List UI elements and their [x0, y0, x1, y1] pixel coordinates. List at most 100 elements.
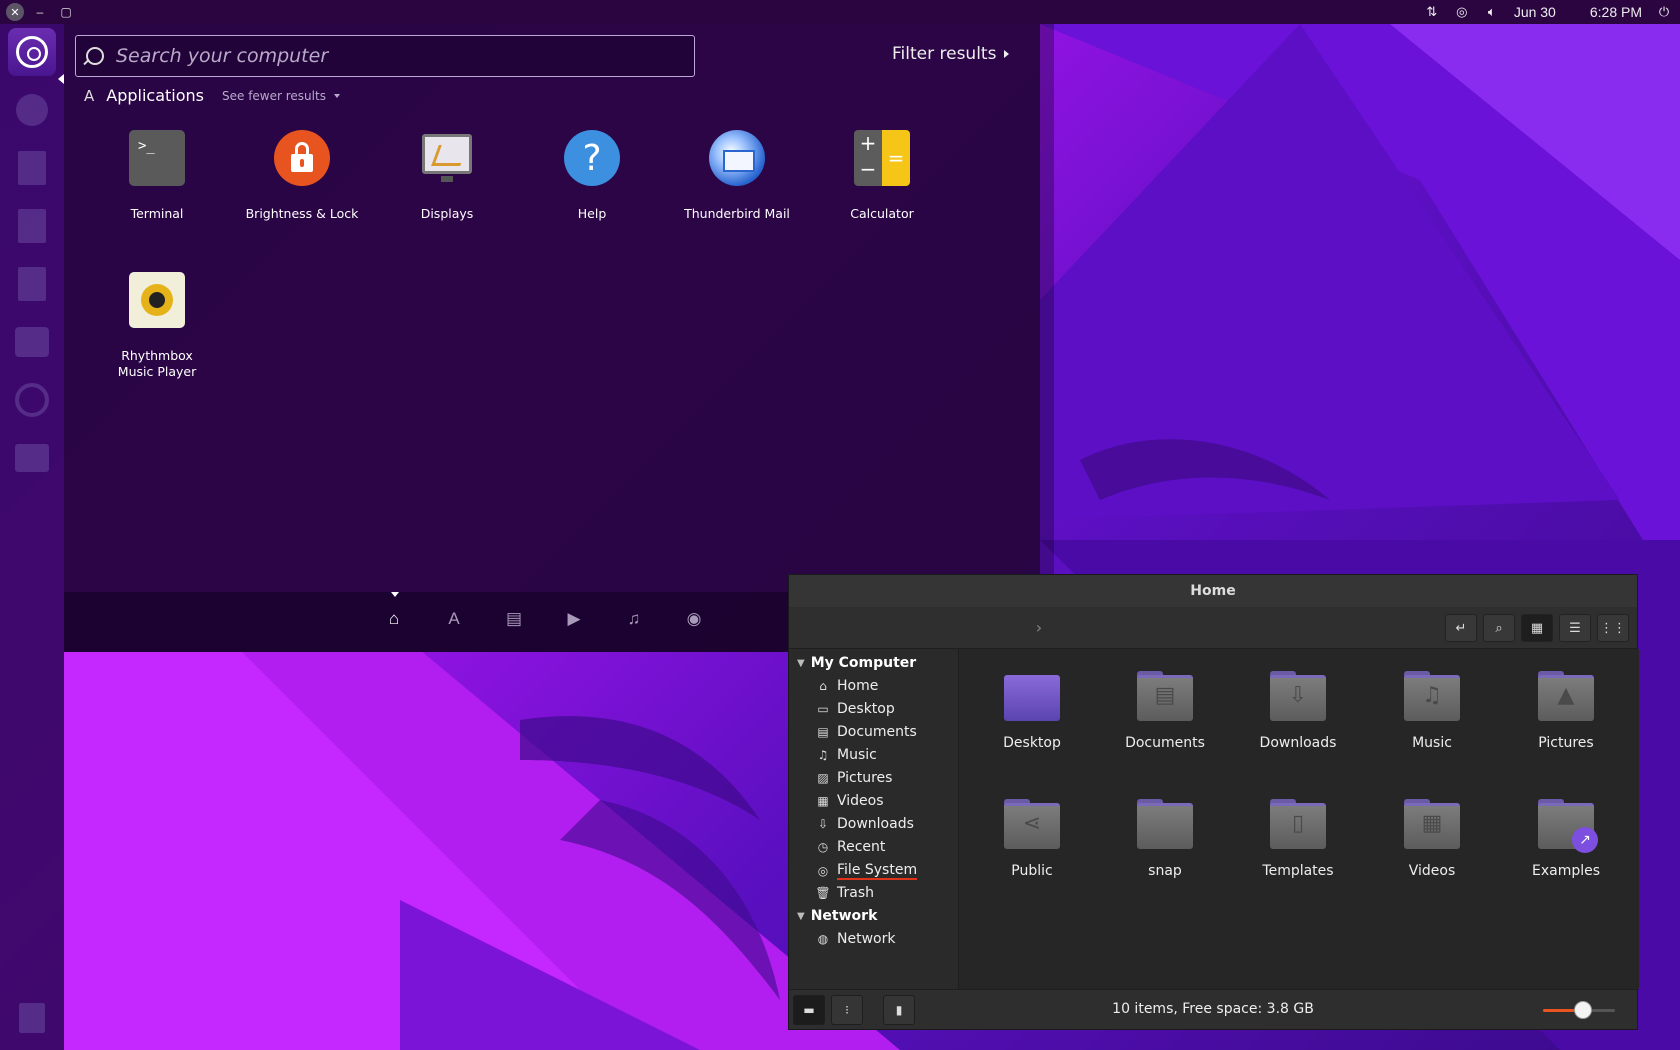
dash-home-button[interactable]: [8, 28, 56, 76]
lock-icon: [274, 130, 330, 186]
icon-view-button[interactable]: ▦: [1521, 614, 1553, 642]
app-label: Rhythmbox Music Player: [117, 348, 197, 379]
location-toggle-button[interactable]: ↵: [1445, 614, 1477, 642]
app-help[interactable]: ? Help: [517, 130, 667, 222]
window-maximize-button[interactable]: ▢: [56, 3, 76, 21]
chevron-down-icon: ▼: [797, 657, 805, 669]
help-icon: ?: [564, 130, 620, 186]
filter-results-toggle[interactable]: Filter results: [892, 44, 1010, 64]
dropdown-arrow-icon: [333, 93, 340, 98]
video-lens-icon[interactable]: ▶: [561, 606, 587, 632]
zoom-slider-knob[interactable]: [1573, 1001, 1592, 1019]
desktop-folder-icon: [1004, 671, 1060, 721]
home-lens-icon[interactable]: ⌂: [381, 606, 407, 632]
folder-downloads[interactable]: ⇩ Downloads: [1238, 671, 1358, 751]
pictures-icon: ▨: [817, 771, 829, 785]
app-terminal[interactable]: >_ Terminal: [82, 130, 232, 222]
sidebar-item-videos[interactable]: ▦ Videos: [815, 793, 883, 809]
launcher-software[interactable]: [8, 318, 56, 366]
system-tray: ⇅ ◎ 🔈︎ Jun 30 6:28 PM ⏻: [1424, 0, 1672, 24]
folder-examples[interactable]: ↗ Examples: [1506, 799, 1626, 879]
sidebar-item-network[interactable]: ◍ Network: [815, 931, 896, 947]
app-label: Brightness & Lock: [245, 206, 359, 221]
calculator-icon: + − =: [854, 130, 910, 186]
downloads-icon: ⇩: [817, 817, 829, 831]
folder-icon: [15, 444, 49, 472]
search-button[interactable]: ⌕: [1483, 614, 1515, 642]
app-label: Terminal: [130, 206, 184, 221]
folder-documents[interactable]: ▤ Documents: [1105, 671, 1225, 751]
recent-icon: ◷: [817, 840, 829, 854]
software-center-icon: [15, 327, 49, 357]
sidebar-section-network[interactable]: ▼ Network: [797, 908, 877, 924]
sidebar-item-label: Trash: [837, 885, 874, 901]
sidebar-item-documents[interactable]: ▤ Documents: [815, 724, 917, 740]
app-brightness-lock[interactable]: Brightness & Lock: [227, 130, 377, 222]
sidebar-item-downloads[interactable]: ⇩ Downloads: [815, 816, 914, 832]
applications-lens-icon[interactable]: A: [441, 606, 467, 632]
app-label: Calculator: [850, 206, 914, 221]
photos-lens-icon[interactable]: ◉: [681, 606, 707, 632]
music-folder-icon: ♫: [1404, 671, 1460, 721]
launcher-calc[interactable]: [8, 202, 56, 250]
sidebar-item-label: Recent: [837, 839, 886, 855]
sidebar-item-file-system[interactable]: ◎ File System: [815, 862, 918, 880]
sidebar-item-label: Music: [837, 747, 877, 763]
clock-indicator[interactable]: 6:28 PM: [1590, 4, 1642, 20]
section-label: My Computer: [810, 655, 917, 671]
globe-icon[interactable]: ◎: [1454, 4, 1470, 20]
folder-public[interactable]: ⋖ Public: [972, 799, 1092, 879]
app-rhythmbox[interactable]: Rhythmbox Music Player: [82, 272, 232, 380]
folder-pictures[interactable]: ▲ Pictures: [1506, 671, 1626, 751]
zoom-slider[interactable]: [1543, 1001, 1615, 1019]
sidebar-item-home[interactable]: ⌂ Home: [815, 678, 878, 694]
music-lens-icon[interactable]: ♫: [621, 606, 647, 632]
list-view-button[interactable]: ☰: [1559, 614, 1591, 642]
active-lens-indicator: [391, 592, 399, 597]
network-icon: ◍: [817, 932, 829, 946]
folder-templates[interactable]: ▯ Templates: [1238, 799, 1358, 879]
documents-icon: ▤: [817, 725, 829, 739]
app-displays[interactable]: Displays: [372, 130, 522, 222]
dash-search-box[interactable]: [75, 35, 695, 77]
file-manager-toolbar: › ↵ ⌕ ▦ ☰ ⋮⋮: [789, 607, 1637, 649]
folder-music[interactable]: ♫ Music: [1372, 671, 1492, 751]
dash-search-input[interactable]: [116, 45, 676, 67]
files-lens-icon[interactable]: ▤: [501, 606, 527, 632]
volume-icon[interactable]: 🔈︎: [1484, 4, 1500, 20]
app-thunderbird[interactable]: Thunderbird Mail: [662, 130, 812, 222]
window-minimize-button[interactable]: –: [30, 3, 50, 21]
see-fewer-results-button[interactable]: See fewer results: [222, 89, 340, 103]
spreadsheet-icon: [18, 209, 46, 243]
sidebar-item-label: Downloads: [837, 816, 914, 832]
launcher-settings[interactable]: [8, 376, 56, 424]
launcher-firefox[interactable]: [8, 86, 56, 134]
window-close-button[interactable]: ✕: [6, 3, 24, 21]
sidebar-section-my-computer[interactable]: ▼ My Computer: [797, 655, 916, 671]
folder-videos[interactable]: ▦ Videos: [1372, 799, 1492, 879]
compact-view-button[interactable]: ⋮⋮: [1597, 614, 1629, 642]
network-transfer-icon[interactable]: ⇅: [1424, 4, 1440, 20]
folder-icon: [1137, 799, 1193, 849]
sidebar-item-trash[interactable]: 🗑︎ Trash: [815, 885, 874, 901]
app-calculator[interactable]: + − = Calculator: [807, 130, 957, 222]
sidebar-item-music[interactable]: ♫ Music: [815, 747, 877, 763]
date-indicator[interactable]: Jun 30: [1514, 4, 1556, 20]
launcher-files[interactable]: [8, 434, 56, 482]
templates-folder-icon: ▯: [1270, 799, 1326, 849]
sidebar-item-label: File System: [837, 862, 918, 880]
folder-label: snap: [1148, 863, 1182, 879]
launcher-writer[interactable]: [8, 144, 56, 192]
folder-desktop[interactable]: Desktop: [972, 671, 1092, 751]
rhythmbox-icon: [129, 272, 185, 328]
folder-snap[interactable]: snap: [1105, 799, 1225, 879]
sidebar-item-recent[interactable]: ◷ Recent: [815, 839, 886, 855]
sidebar-item-desktop[interactable]: ▭ Desktop: [815, 701, 894, 717]
ubuntu-logo-icon: [16, 36, 48, 68]
power-icon[interactable]: ⏻: [1656, 4, 1672, 20]
launcher-impress[interactable]: [8, 260, 56, 308]
forward-icon[interactable]: ›: [1029, 615, 1049, 641]
symlink-arrow-icon: ↗: [1572, 827, 1598, 853]
launcher-trash[interactable]: [8, 994, 56, 1042]
sidebar-item-pictures[interactable]: ▨ Pictures: [815, 770, 892, 786]
